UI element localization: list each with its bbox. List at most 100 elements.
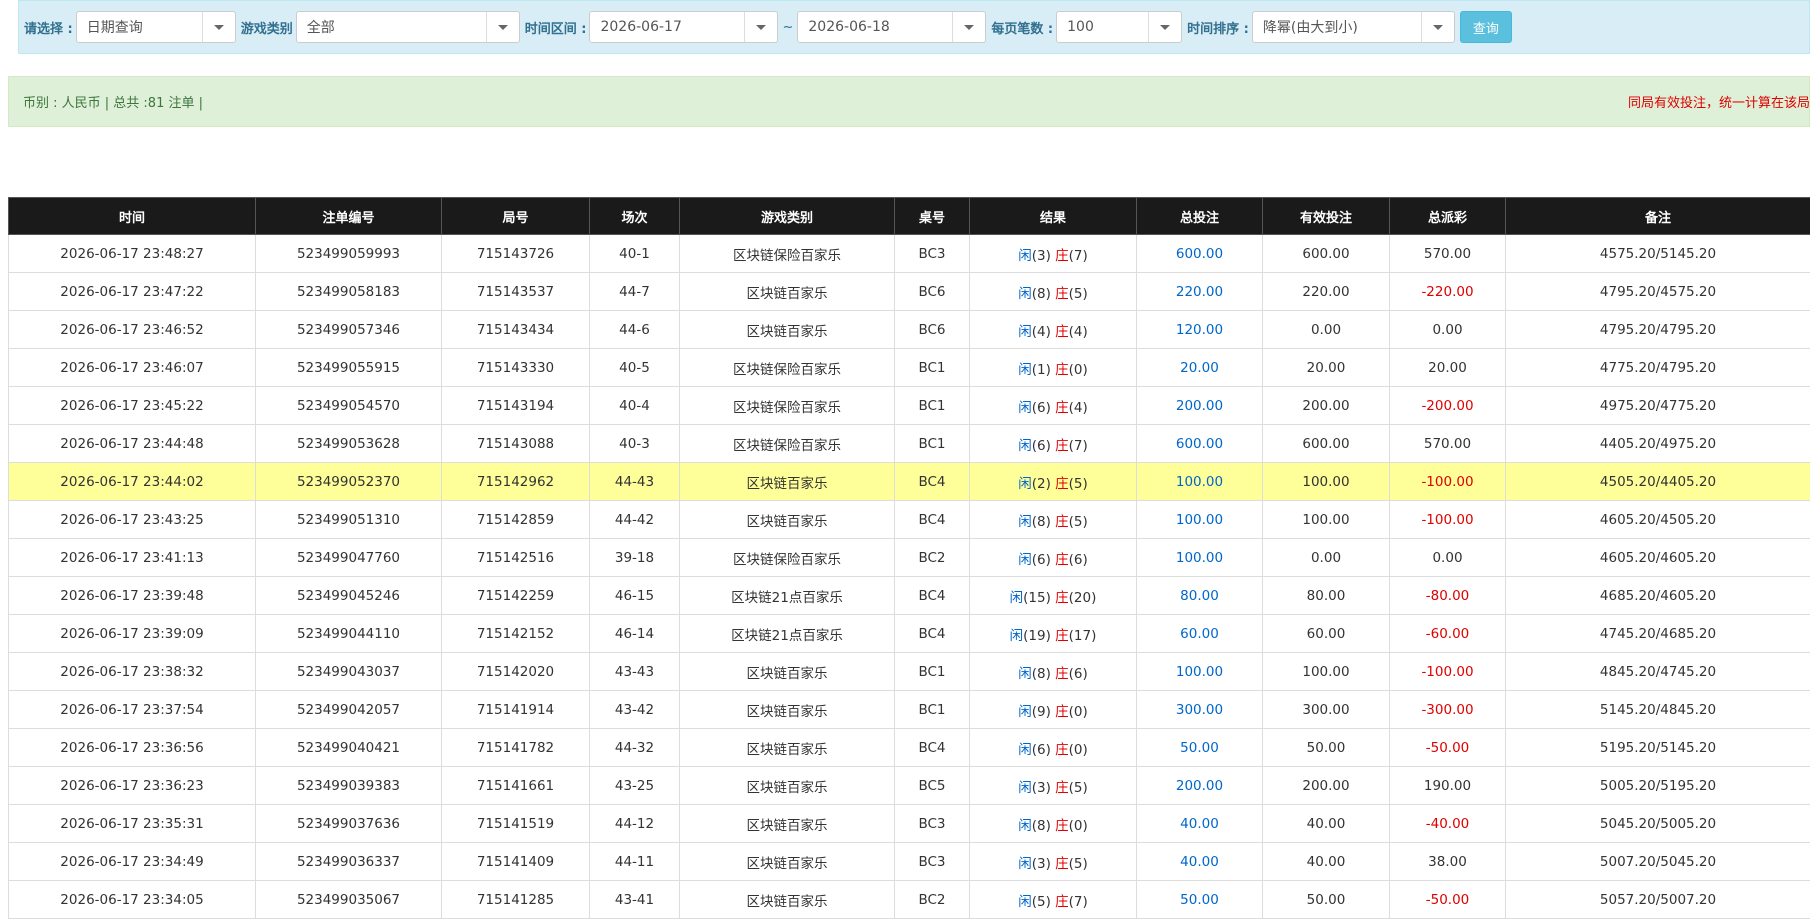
- cell-time: 2026-06-17 23:34:49: [9, 843, 256, 881]
- time-sort-select[interactable]: 降幂(由大到小): [1252, 11, 1455, 43]
- header-result: 结果: [970, 198, 1137, 235]
- cell-note: 4505.20/4405.20: [1506, 463, 1810, 501]
- cell-time: 2026-06-17 23:34:05: [9, 881, 256, 919]
- table-row: 2026-06-17 23:44:48523499053628715143088…: [9, 425, 1810, 463]
- player-score: (3): [1032, 248, 1051, 264]
- time-sort-value: 降幂(由大到小): [1253, 17, 1421, 37]
- cell-payout: -40.00: [1390, 805, 1506, 843]
- player-score: (3): [1032, 780, 1051, 796]
- cell-time: 2026-06-17 23:48:27: [9, 235, 256, 273]
- query-type-select[interactable]: 日期查询: [76, 11, 236, 43]
- game-type-value: 全部: [297, 17, 486, 37]
- cell-game-type: 区块链百家乐: [680, 881, 895, 919]
- summary-bar: 币别 : 人民币 | 总共 :81 注单 | 同局有效投注，统一计算在该局第一张: [8, 76, 1810, 127]
- cell-round-id: 715143330: [442, 349, 590, 387]
- cell-bet-id: 523499059993: [256, 235, 442, 273]
- cell-time: 2026-06-17 23:44:48: [9, 425, 256, 463]
- cell-total-bet: 600.00: [1137, 235, 1263, 273]
- cell-time: 2026-06-17 23:37:54: [9, 691, 256, 729]
- table-row: 2026-06-17 23:47:22523499058183715143537…: [9, 273, 1810, 311]
- game-type-select[interactable]: 全部: [296, 11, 520, 43]
- cell-time: 2026-06-17 23:38:32: [9, 653, 256, 691]
- time-range-label: 时间区间 :: [525, 18, 587, 37]
- cell-round-id: 715141914: [442, 691, 590, 729]
- table-row: 2026-06-17 23:37:54523499042057715141914…: [9, 691, 1810, 729]
- player-label: 闲: [1018, 780, 1032, 796]
- cell-note: 4845.20/4745.20: [1506, 653, 1810, 691]
- cell-time: 2026-06-17 23:45:22: [9, 387, 256, 425]
- cell-total-bet: 100.00: [1137, 501, 1263, 539]
- cell-result: 闲(6) 庄(0): [970, 729, 1137, 767]
- cell-result: 闲(1) 庄(0): [970, 349, 1137, 387]
- cell-valid-bet: 0.00: [1263, 539, 1390, 577]
- cell-game-type: 区块链保险百家乐: [680, 539, 895, 577]
- cell-time: 2026-06-17 23:35:31: [9, 805, 256, 843]
- cell-result: 闲(3) 庄(5): [970, 843, 1137, 881]
- date-start-select[interactable]: 2026-06-17: [589, 11, 778, 43]
- cell-round-id: 715142259: [442, 577, 590, 615]
- cell-valid-bet: 100.00: [1263, 653, 1390, 691]
- cell-payout: -220.00: [1390, 273, 1506, 311]
- cell-note: 4795.20/4575.20: [1506, 273, 1810, 311]
- table-row: 2026-06-17 23:44:02523499052370715142962…: [9, 463, 1810, 501]
- cell-round-id: 715142152: [442, 615, 590, 653]
- banker-label: 庄: [1055, 894, 1069, 910]
- cell-bet-id: 523499044110: [256, 615, 442, 653]
- cell-game-type: 区块链百家乐: [680, 729, 895, 767]
- player-score: (8): [1032, 818, 1051, 834]
- banker-score: (0): [1069, 818, 1088, 834]
- cell-bet-id: 523499051310: [256, 501, 442, 539]
- player-score: (3): [1032, 856, 1051, 872]
- player-score: (6): [1032, 438, 1051, 454]
- cell-table-no: BC4: [895, 501, 970, 539]
- date-end-select[interactable]: 2026-06-18: [797, 11, 986, 43]
- cell-table-no: BC6: [895, 273, 970, 311]
- cell-result: 闲(8) 庄(0): [970, 805, 1137, 843]
- player-score: (19): [1023, 628, 1051, 644]
- cell-total-bet: 200.00: [1137, 767, 1263, 805]
- cell-time: 2026-06-17 23:36:23: [9, 767, 256, 805]
- banker-score: (0): [1069, 362, 1088, 378]
- cell-valid-bet: 200.00: [1263, 387, 1390, 425]
- banker-score: (5): [1069, 514, 1088, 530]
- cell-total-bet: 200.00: [1137, 387, 1263, 425]
- cell-valid-bet: 300.00: [1263, 691, 1390, 729]
- cell-time: 2026-06-17 23:39:48: [9, 577, 256, 615]
- cell-round-id: 715141409: [442, 843, 590, 881]
- cell-table-no: BC3: [895, 843, 970, 881]
- cell-result: 闲(6) 庄(4): [970, 387, 1137, 425]
- table-row: 2026-06-17 23:36:23523499039383715141661…: [9, 767, 1810, 805]
- header-table-no: 桌号: [895, 198, 970, 235]
- chevron-down-icon: [952, 12, 985, 42]
- cell-table-no: BC2: [895, 881, 970, 919]
- per-page-value: 100: [1057, 19, 1148, 35]
- player-label: 闲: [1018, 552, 1032, 568]
- cell-time: 2026-06-17 23:46:52: [9, 311, 256, 349]
- query-button[interactable]: 查询: [1460, 11, 1512, 43]
- table-row: 2026-06-17 23:39:48523499045246715142259…: [9, 577, 1810, 615]
- cell-result: 闲(3) 庄(7): [970, 235, 1137, 273]
- table-row: 2026-06-17 23:43:25523499051310715142859…: [9, 501, 1810, 539]
- time-sort-label: 时间排序 :: [1187, 18, 1249, 37]
- cell-shoe: 40-4: [590, 387, 680, 425]
- cell-total-bet: 20.00: [1137, 349, 1263, 387]
- banker-score: (0): [1069, 704, 1088, 720]
- cell-note: 5195.20/5145.20: [1506, 729, 1810, 767]
- cell-note: 5007.20/5045.20: [1506, 843, 1810, 881]
- cell-round-id: 715143726: [442, 235, 590, 273]
- cell-payout: -300.00: [1390, 691, 1506, 729]
- player-score: (15): [1023, 590, 1051, 606]
- cell-shoe: 43-42: [590, 691, 680, 729]
- header-note: 备注: [1506, 198, 1810, 235]
- table-row: 2026-06-17 23:34:49523499036337715141409…: [9, 843, 1810, 881]
- player-score: (6): [1032, 552, 1051, 568]
- cell-table-no: BC1: [895, 653, 970, 691]
- header-total-bet: 总投注: [1137, 198, 1263, 235]
- per-page-select[interactable]: 100: [1056, 11, 1182, 43]
- cell-total-bet: 600.00: [1137, 425, 1263, 463]
- cell-game-type: 区块链百家乐: [680, 311, 895, 349]
- cell-valid-bet: 200.00: [1263, 767, 1390, 805]
- cell-table-no: BC4: [895, 577, 970, 615]
- chevron-down-icon: [1421, 12, 1454, 42]
- cell-note: 5057.20/5007.20: [1506, 881, 1810, 919]
